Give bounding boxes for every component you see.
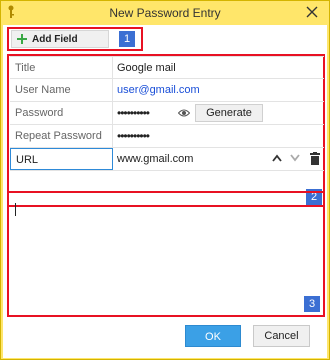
field-value[interactable]: Google mail	[117, 57, 176, 79]
field-label-selected[interactable]: URL	[10, 148, 113, 170]
fields-table: Title Google mail User Name user@gmail.c…	[10, 56, 324, 171]
field-label[interactable]: Password	[10, 102, 113, 124]
field-label[interactable]: User Name	[10, 79, 113, 101]
plus-icon	[17, 34, 27, 44]
title-bar: New Password Entry	[1, 1, 329, 25]
field-row-password: Password •••••••••• Generate	[10, 102, 324, 125]
field-row-repeat-password: Repeat Password ••••••••••	[10, 125, 324, 148]
ok-button[interactable]: OK	[185, 325, 241, 347]
close-icon[interactable]	[305, 5, 319, 19]
add-field-button[interactable]: Add Field	[11, 30, 109, 48]
notes-textarea[interactable]	[7, 191, 325, 317]
callout-badge-1: 1	[119, 31, 135, 47]
password-value[interactable]: ••••••••••	[117, 102, 150, 124]
eye-icon[interactable]	[178, 108, 190, 118]
window-title: New Password Entry	[109, 6, 221, 20]
field-row-username: User Name user@gmail.com	[10, 79, 324, 102]
dialog-content: Add Field 1 Title Google mail User Name …	[3, 25, 327, 358]
trash-icon[interactable]	[310, 152, 320, 165]
dialog-window: New Password Entry Add Field 1 Title Goo…	[0, 0, 330, 360]
field-row-url: URL www.gmail.com	[10, 148, 324, 171]
chevron-down-icon[interactable]	[290, 154, 300, 162]
generate-button[interactable]: Generate	[195, 104, 263, 122]
field-label[interactable]: Repeat Password	[10, 125, 113, 147]
add-field-label: Add Field	[32, 33, 78, 45]
field-label[interactable]: Title	[10, 57, 113, 79]
cancel-button[interactable]: Cancel	[253, 325, 310, 347]
callout-badge-3: 3	[304, 296, 320, 312]
text-caret	[15, 203, 16, 216]
field-value[interactable]: www.gmail.com	[117, 148, 193, 170]
field-row-title: Title Google mail	[10, 56, 324, 79]
repeat-password-value[interactable]: ••••••••••	[117, 125, 150, 147]
chevron-up-icon[interactable]	[272, 154, 282, 162]
field-value[interactable]: user@gmail.com	[117, 79, 200, 101]
